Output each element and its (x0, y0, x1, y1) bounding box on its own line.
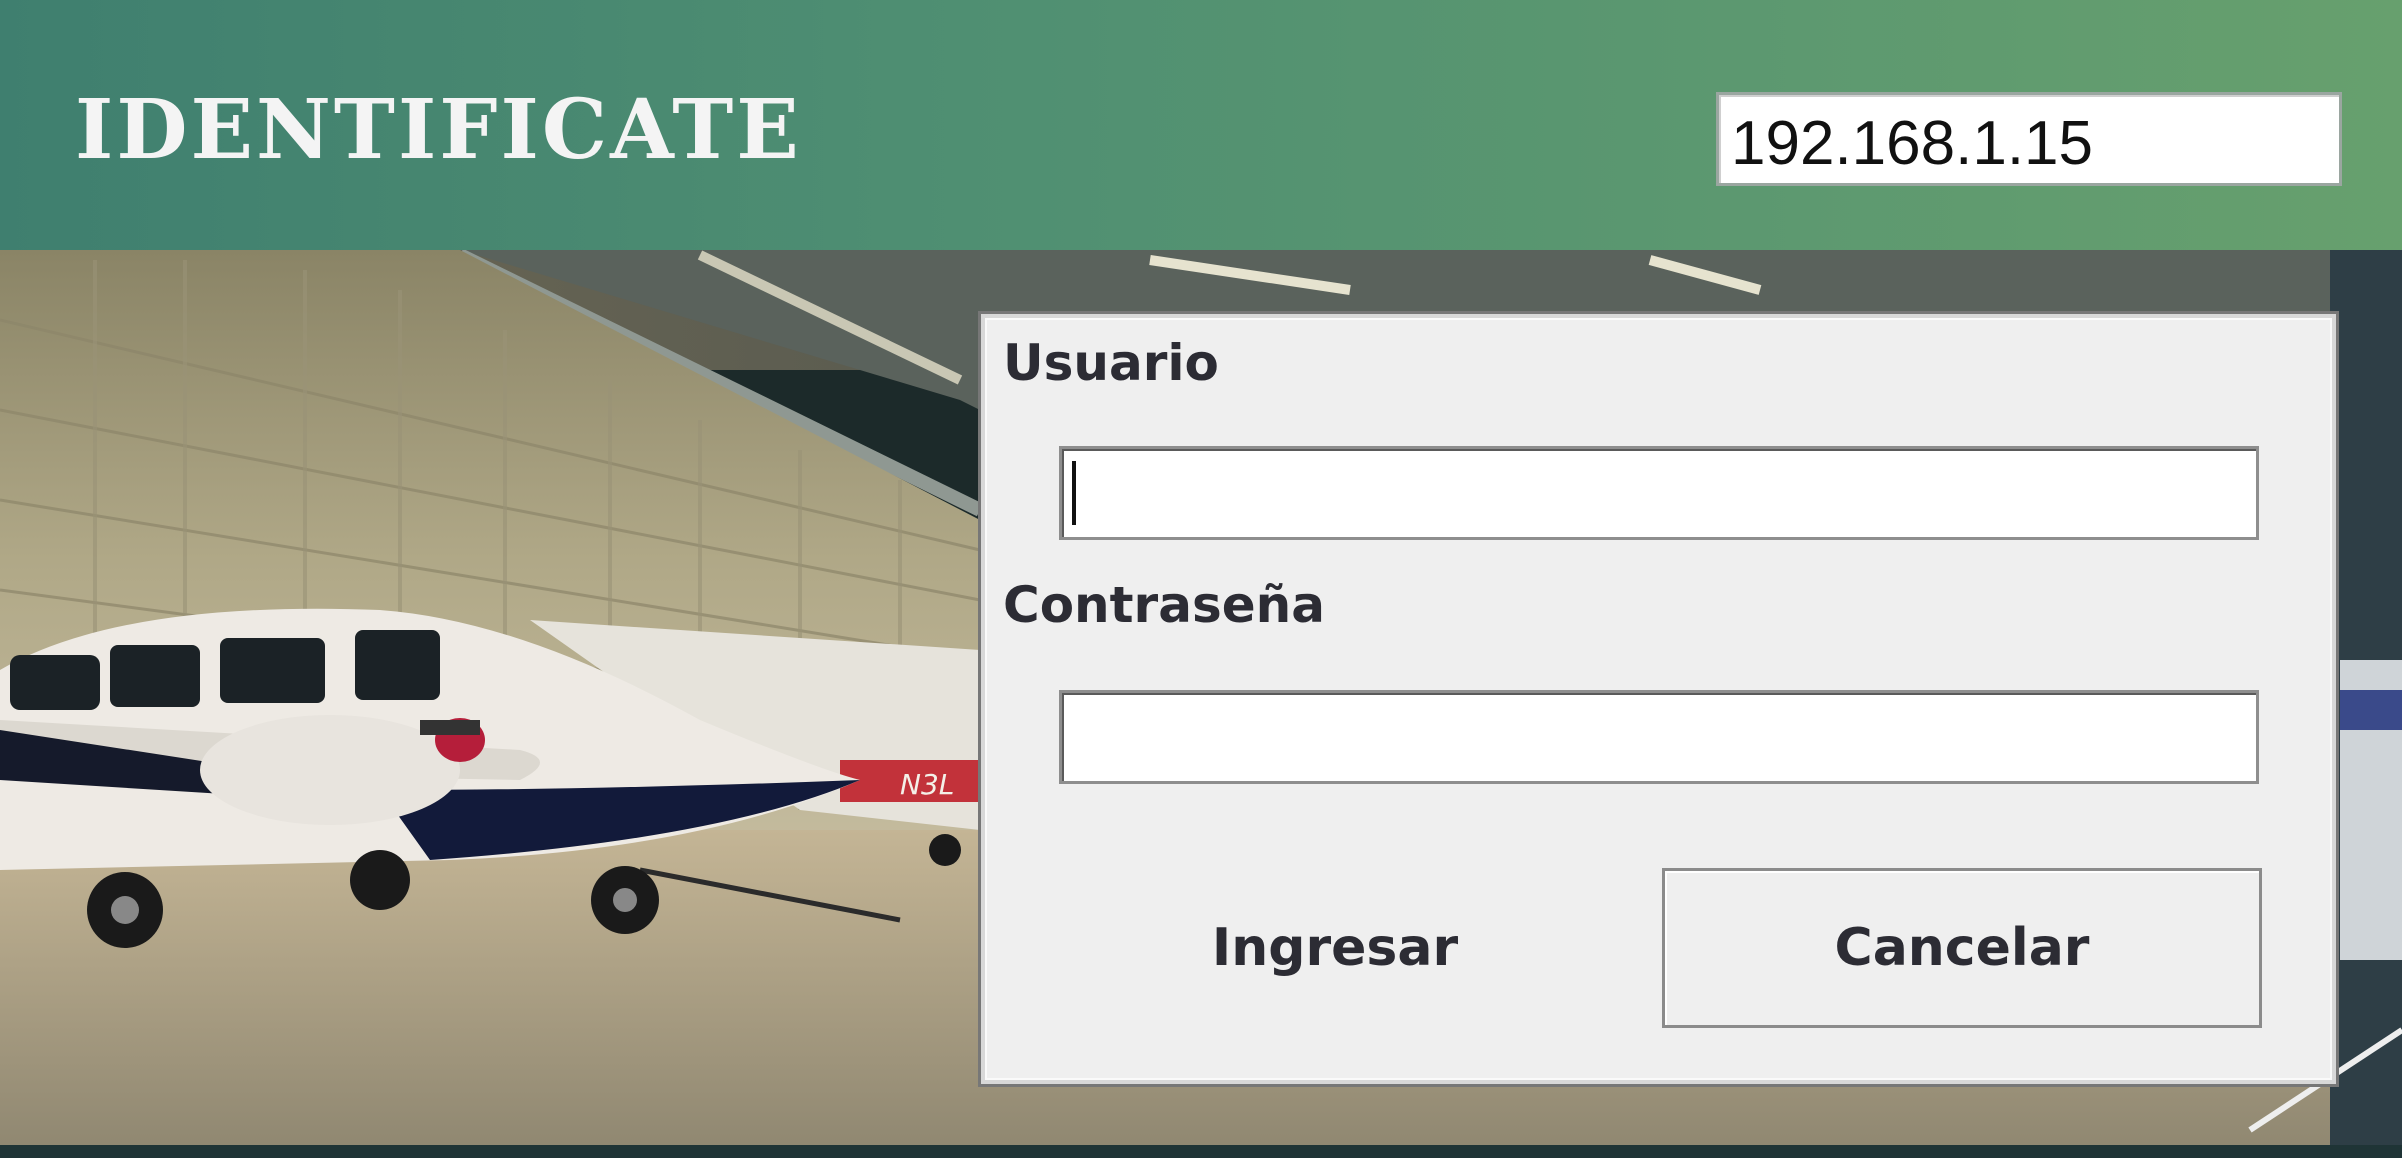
password-field[interactable] (1059, 690, 2259, 784)
page-title: IDENTIFICATE (75, 82, 802, 178)
aircraft-tail-text: N3L (900, 768, 954, 801)
text-caret (1072, 461, 1076, 525)
header-bar: IDENTIFICATE (0, 0, 2402, 250)
password-label: Contraseña (1003, 576, 1325, 634)
cancel-button[interactable]: Cancelar (1662, 868, 2262, 1028)
username-label: Usuario (1003, 334, 1219, 392)
username-field[interactable] (1059, 446, 2259, 540)
login-panel: Usuario Contraseña Ingresar Cancelar (981, 314, 2336, 1084)
server-ip-field[interactable] (1716, 92, 2342, 186)
login-button[interactable]: Ingresar (1135, 868, 1535, 1028)
